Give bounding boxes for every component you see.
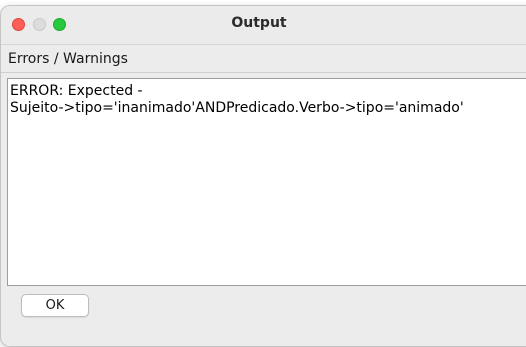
window-title: Output (231, 15, 287, 31)
output-dialog: Output Errors / Warnings ERROR: Expected… (0, 5, 526, 347)
output-line: ERROR: Expected - (10, 83, 143, 99)
divider (1, 72, 526, 73)
ok-button[interactable]: OK (21, 294, 89, 317)
output-line: Sujeito->tipo='inanimado'ANDPredicado.Ve… (10, 100, 464, 116)
title-bar[interactable]: Output (1, 6, 526, 45)
output-text-area[interactable]: ERROR: Expected - Sujeito->tipo='inanimad… (7, 78, 526, 286)
errors-warnings-label: Errors / Warnings (8, 51, 128, 67)
